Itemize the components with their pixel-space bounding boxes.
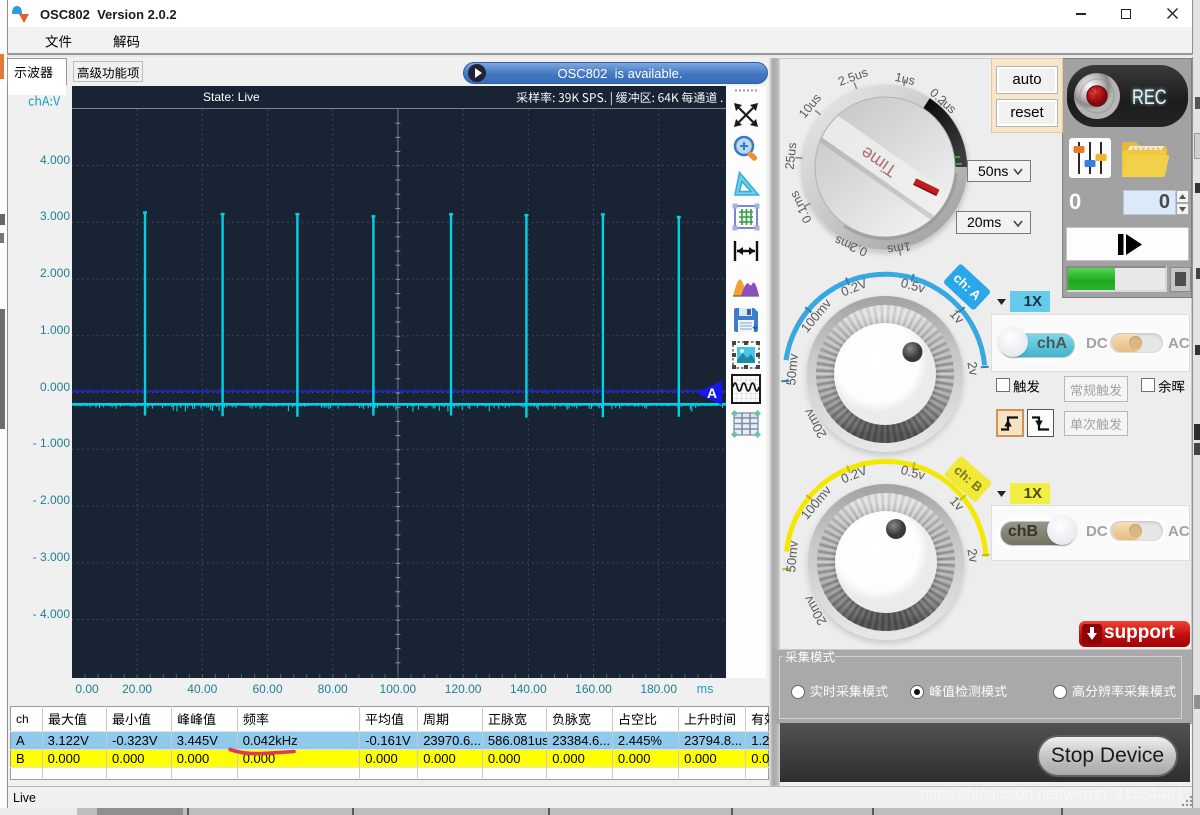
svg-text:A: A [707,385,717,401]
